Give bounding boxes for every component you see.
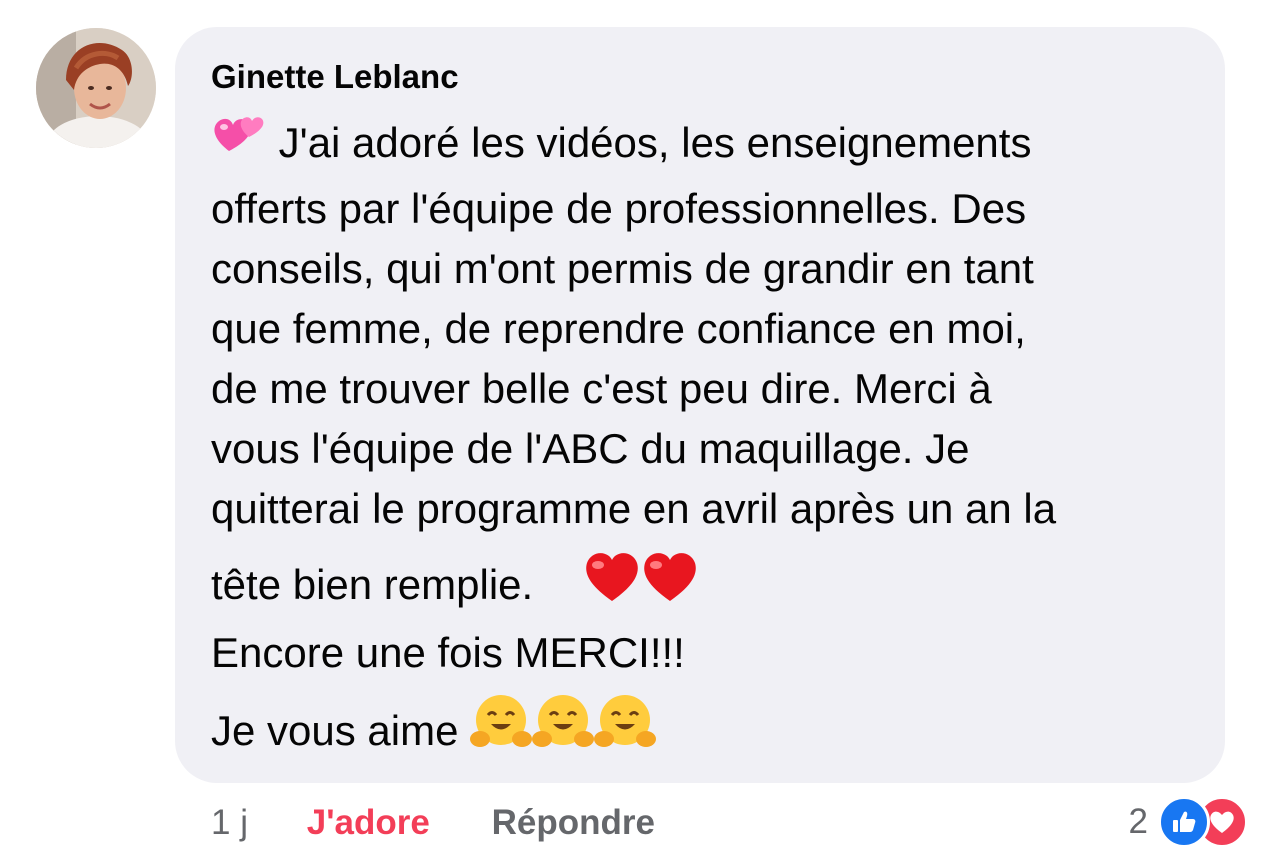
- comment-bubble: Ginette Leblanc J'ai adoré les vidéos, l…: [175, 27, 1225, 783]
- comment-line: conseils, qui m'ont permis de grandir en…: [211, 245, 1034, 292]
- reactions-summary[interactable]: 2: [1129, 796, 1248, 848]
- comment-actions: 1 j J'adore Répondre: [211, 800, 655, 846]
- comment-body: J'ai adoré les vidéos, les enseignements…: [211, 113, 1189, 771]
- hugging-face-icon: [470, 693, 533, 767]
- red-heart-icon: [583, 549, 641, 619]
- like-icon: [1158, 796, 1210, 848]
- comment-text: Je vous aime: [211, 707, 459, 755]
- comment-line: de me trouver belle c'est peu dire. Merc…: [211, 365, 992, 412]
- comment-line: Je vous aime: [211, 695, 1189, 771]
- comment-author[interactable]: Ginette Leblanc: [211, 57, 1189, 97]
- comment-line: J'ai adoré les vidéos, les enseignements: [211, 113, 1189, 179]
- comment-line: quitterai le programme en avril après un…: [211, 485, 1057, 532]
- hugging-face-icon: [532, 693, 595, 767]
- reaction-count: 2: [1128, 802, 1148, 841]
- reaction-button[interactable]: J'adore: [307, 800, 430, 846]
- comment-text: tête bien remplie.: [211, 561, 534, 609]
- comment-line: tête bien remplie.: [211, 553, 1189, 623]
- avatar[interactable]: [36, 28, 156, 148]
- comment-text: J'ai adoré les vidéos, les enseignements: [278, 119, 1032, 167]
- comment-line: Encore une fois MERCI!!!: [211, 629, 685, 676]
- reply-button[interactable]: Répondre: [492, 800, 655, 846]
- red-heart-icon: [641, 549, 699, 619]
- comment-line: vous l'équipe de l'ABC du maquillage. Je: [211, 425, 970, 472]
- hugging-face-icon: [594, 693, 657, 767]
- comment-line: offerts par l'équipe de professionnelles…: [211, 185, 1027, 232]
- comment-timestamp[interactable]: 1 j: [211, 800, 297, 846]
- comment-view: Ginette Leblanc J'ai adoré les vidéos, l…: [0, 0, 1284, 860]
- comment-line: que femme, de reprendre confiance en moi…: [211, 305, 1026, 352]
- avatar-photo: [36, 28, 156, 148]
- two-hearts-icon: [211, 109, 267, 175]
